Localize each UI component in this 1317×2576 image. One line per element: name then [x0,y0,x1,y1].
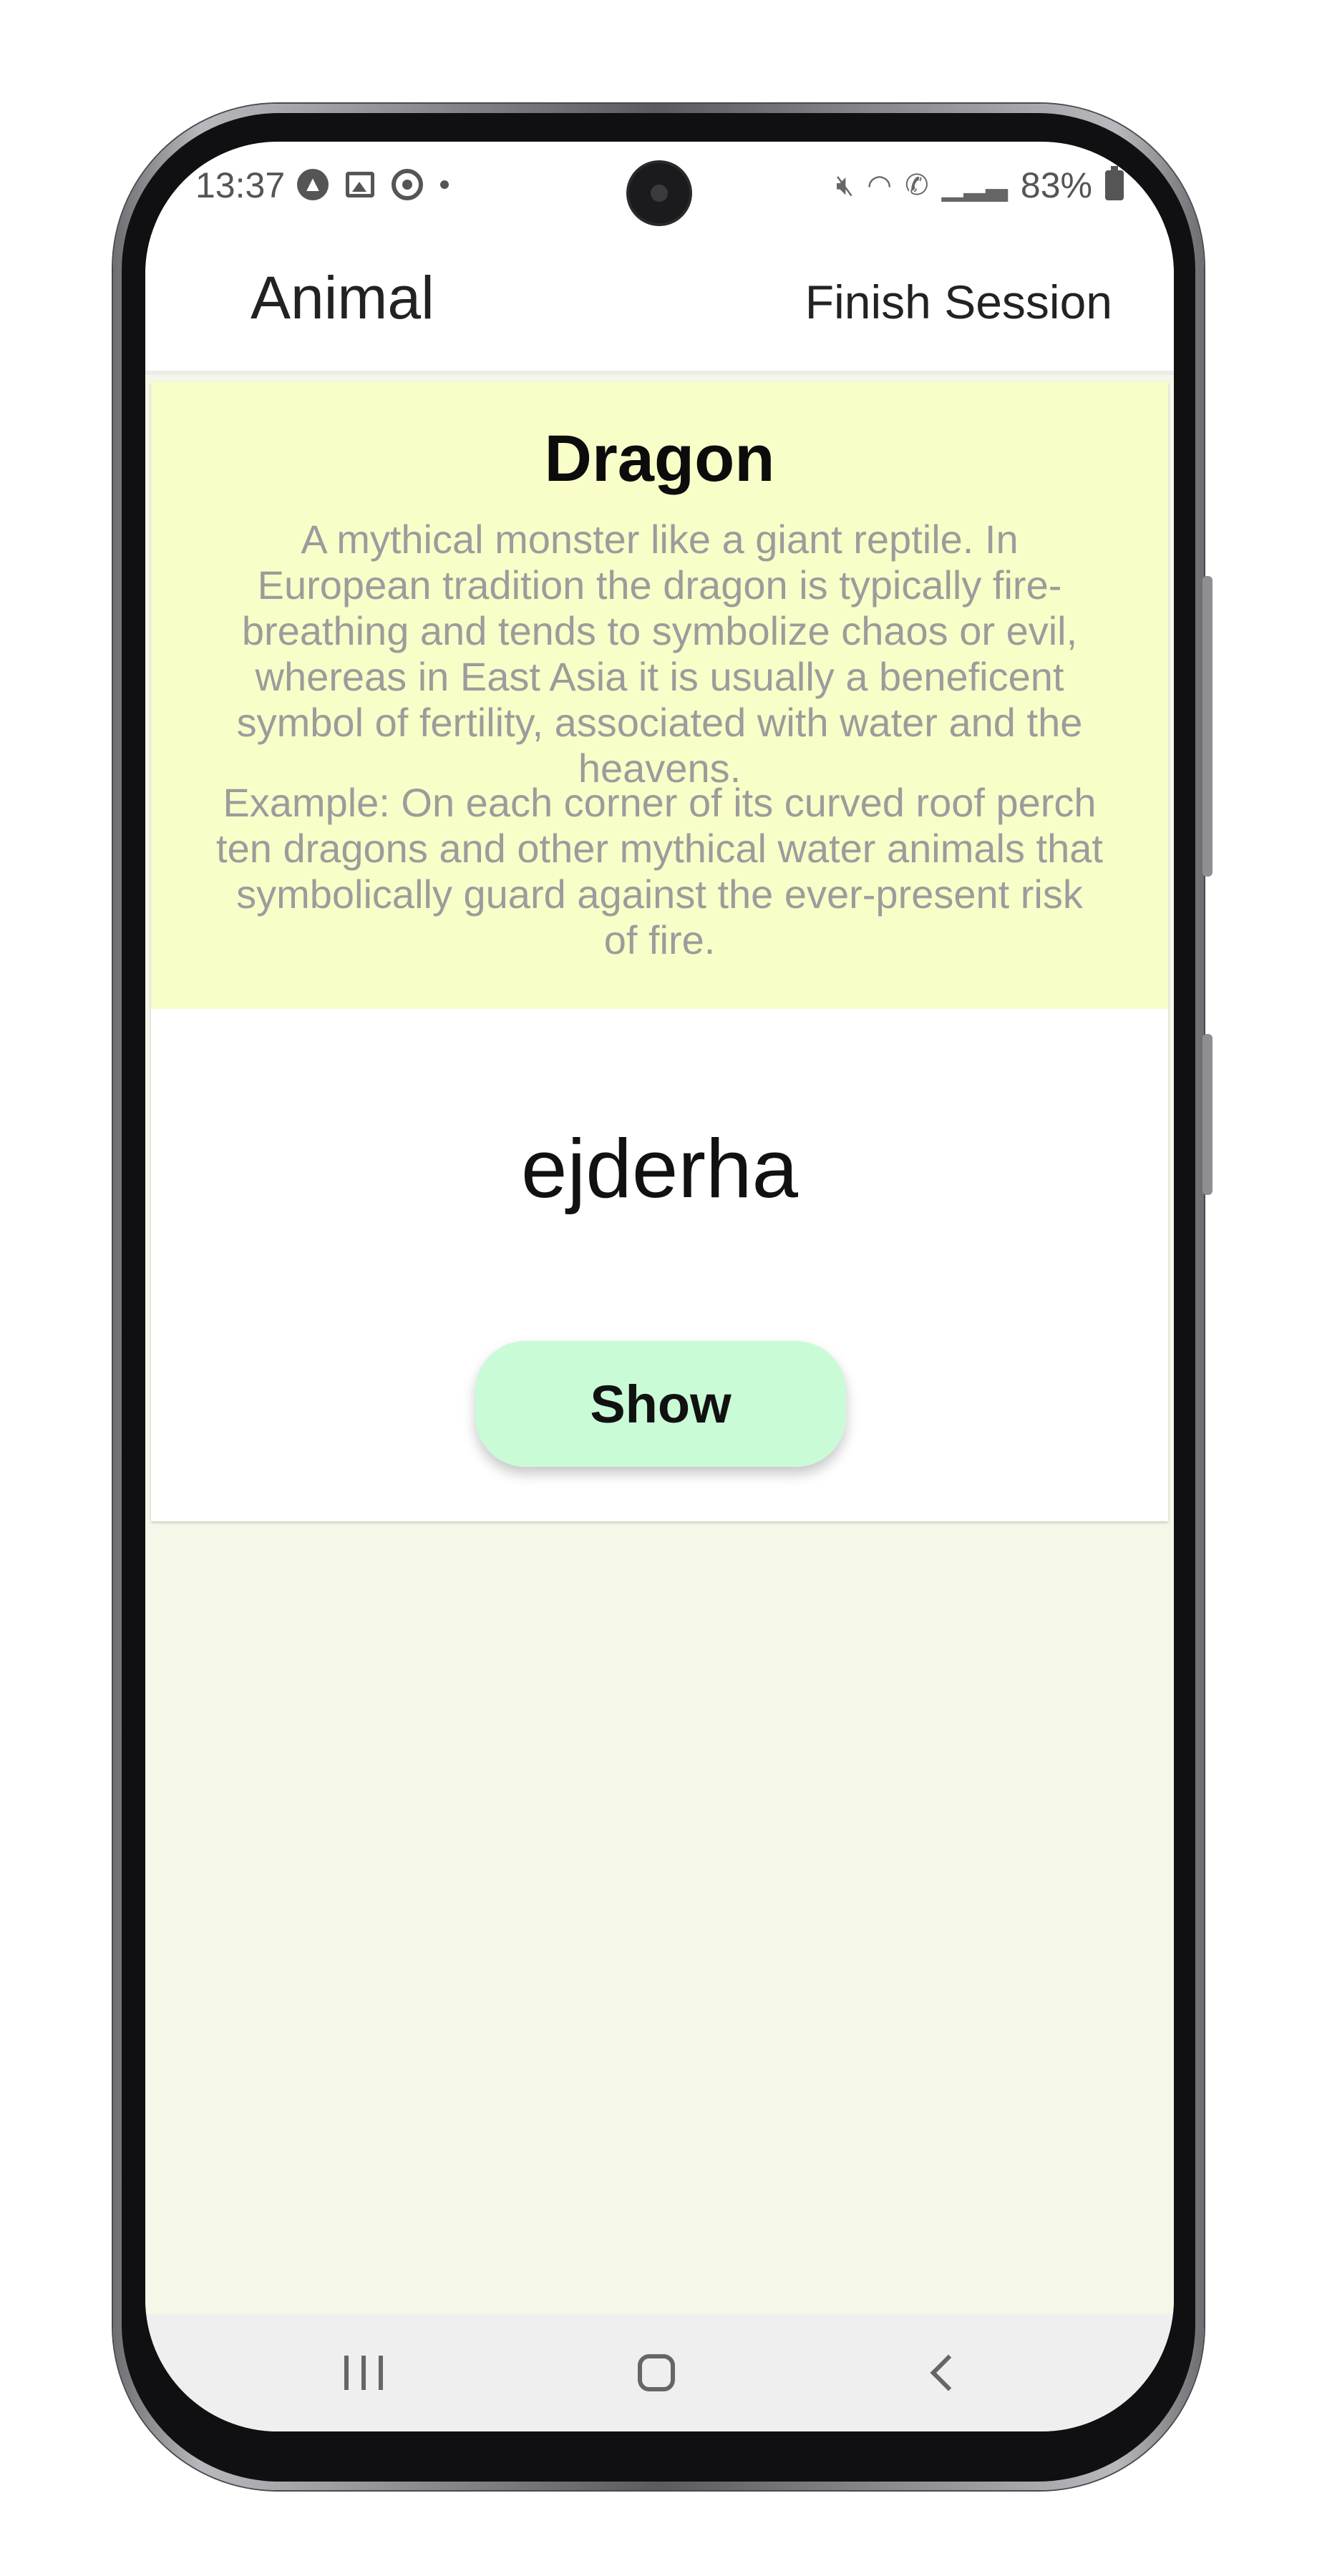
back-icon[interactable] [930,2354,967,2391]
signal-icon: ▁▂▃ [941,170,1008,201]
finish-session-button[interactable]: Finish Session [805,275,1112,329]
category-title: Animal [251,264,434,331]
status-time: 13:37 [195,165,286,205]
power-button [1202,1034,1212,1195]
recents-icon[interactable] [344,2356,383,2390]
gallery-icon [346,172,374,197]
app-header: Animal Finish Session [145,235,1174,375]
example-text: Example: On each corner of its curved ro… [216,780,1103,962]
flashcard: Dragon A mythical monster like a giant r… [151,382,1168,1521]
battery-icon [1105,166,1124,200]
battery-percent: 83% [1020,165,1092,205]
status-left-icons: ▲ [297,169,449,200]
word-title: Dragon [544,422,775,495]
notification-dot-icon [440,180,449,189]
chrome-icon [392,169,423,200]
flashcard-definition-panel: Dragon A mythical monster like a giant r… [151,382,1168,1009]
app-a-icon: ▲ [297,169,329,200]
mute-icon: 🔇︎ [836,169,855,201]
status-bar: 13:37 ▲ 🔇︎ ◠ ✆ ▁▂▃ 83% [145,142,1174,235]
definition-text: A mythical monster like a giant reptile.… [236,517,1083,791]
home-icon[interactable] [638,2354,675,2391]
volume-button [1202,576,1212,877]
navigation-bar [145,2314,1174,2431]
show-button[interactable]: Show [475,1341,846,1467]
front-camera [629,163,689,223]
volte-call-icon: ✆ [905,170,929,201]
wifi-icon: ◠ [867,170,893,201]
status-right-icons: 🔇︎ ◠ ✆ ▁▂▃ 83% [836,165,1124,206]
translation-text: ejderha [521,1122,798,1215]
phone-screen: 13:37 ▲ 🔇︎ ◠ ✆ ▁▂▃ 83% Animal Finish Ses… [145,142,1174,2431]
